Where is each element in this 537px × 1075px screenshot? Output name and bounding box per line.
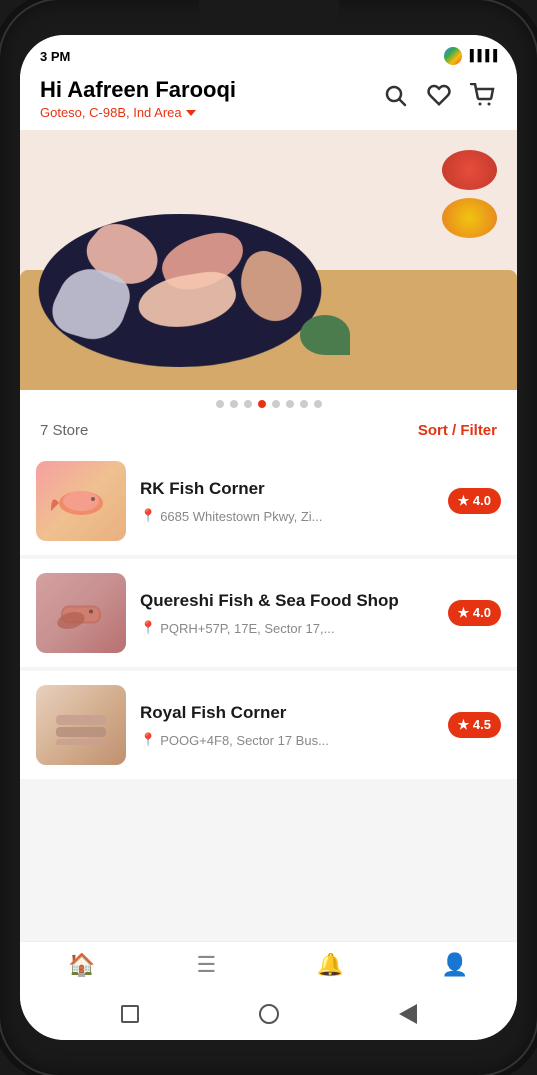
rating-badge-2: ★ 4.0 [448, 600, 501, 626]
store-count-label: 7 Store [40, 422, 88, 439]
phone-notch [199, 0, 339, 28]
herb-decoration [300, 315, 350, 355]
fish-image-svg-1 [51, 481, 111, 521]
store-item-royal-fish[interactable]: Royal Fish Corner 📍 POOG+4F8, Sector 17 … [20, 671, 517, 779]
recents-button[interactable] [116, 1000, 144, 1028]
bottom-navigation: 🏠 ☰ 🔔 👤 [20, 941, 517, 992]
nav-home[interactable]: 🏠 [52, 952, 112, 978]
store-name-3: Royal Fish Corner [140, 702, 434, 724]
store-thumb-1 [36, 461, 126, 541]
store-item-quereshi-fish[interactable]: Quereshi Fish & Sea Food Shop 📍 PQRH+57P… [20, 559, 517, 667]
sort-filter-button[interactable]: Sort / Filter [418, 422, 497, 439]
status-time: 3 PM [40, 49, 70, 64]
promo-banner[interactable] [20, 130, 517, 390]
pin-icon-2: 📍 [140, 620, 156, 636]
banner-scene [20, 130, 517, 390]
dot-1[interactable] [216, 400, 224, 408]
store-thumb-3 [36, 685, 126, 765]
location-row[interactable]: Goteso, C-98B, Ind Area [40, 105, 236, 120]
pin-icon-3: 📍 [140, 732, 156, 748]
profile-icon: 👤 [441, 952, 468, 978]
location-dropdown-arrow [186, 110, 196, 116]
dot-7[interactable] [300, 400, 308, 408]
nav-notifications[interactable]: 🔔 [301, 952, 361, 978]
store-address-2: PQRH+57P, 17E, Sector 17,... [160, 621, 334, 636]
red-spice-bowl [442, 150, 497, 190]
phone-screen: 3 PM ▐▐▐▐ Hi Aafreen Farooqi Goteso, C-9… [20, 35, 517, 1040]
store-image-1 [36, 461, 126, 541]
store-image-2 [36, 573, 126, 653]
recents-icon [121, 1005, 139, 1023]
store-info-1: RK Fish Corner 📍 6685 Whitestown Pkwy, Z… [140, 478, 434, 524]
orders-icon: ☰ [197, 952, 217, 978]
android-system-bar [20, 992, 517, 1040]
phone-frame: 3 PM ▐▐▐▐ Hi Aafreen Farooqi Goteso, C-9… [0, 0, 537, 1075]
bell-icon: 🔔 [317, 952, 344, 978]
dot-8[interactable] [314, 400, 322, 408]
store-info-2: Quereshi Fish & Sea Food Shop 📍 PQRH+57P… [140, 590, 434, 636]
store-bar: 7 Store Sort / Filter [20, 414, 517, 447]
store-address-row-2: 📍 PQRH+57P, 17E, Sector 17,... [140, 620, 434, 636]
back-button[interactable] [394, 1000, 422, 1028]
spice-container [442, 150, 497, 238]
banner-dots [20, 390, 517, 414]
store-thumb-2 [36, 573, 126, 653]
location-text: Goteso, C-98B, Ind Area [40, 105, 182, 120]
fish-piece-4 [136, 269, 242, 335]
store-list: RK Fish Corner 📍 6685 Whitestown Pkwy, Z… [20, 447, 517, 941]
network-indicator: ▐▐▐▐ [466, 50, 497, 62]
store-info-3: Royal Fish Corner 📍 POOG+4F8, Sector 17 … [140, 702, 434, 748]
fish-piece-5 [230, 246, 309, 331]
maps-icon [444, 47, 462, 65]
cart-button[interactable] [469, 81, 497, 109]
store-item-rk-fish[interactable]: RK Fish Corner 📍 6685 Whitestown Pkwy, Z… [20, 447, 517, 555]
dot-3[interactable] [244, 400, 252, 408]
status-icons: ▐▐▐▐ [444, 47, 497, 65]
dot-5[interactable] [272, 400, 280, 408]
store-address-3: POOG+4F8, Sector 17 Bus... [160, 733, 329, 748]
greeting-text: Hi Aafreen Farooqi [40, 77, 236, 103]
store-address-row-1: 📍 6685 Whitestown Pkwy, Zi... [140, 508, 434, 524]
store-name-2: Quereshi Fish & Sea Food Shop [140, 590, 434, 612]
back-icon [399, 1004, 417, 1024]
fish-image-svg-3 [51, 705, 111, 745]
store-address-row-3: 📍 POOG+4F8, Sector 17 Bus... [140, 732, 434, 748]
dot-2[interactable] [230, 400, 238, 408]
store-address-1: 6685 Whitestown Pkwy, Zi... [160, 509, 322, 524]
header-left: Hi Aafreen Farooqi Goteso, C-98B, Ind Ar… [40, 77, 236, 120]
wishlist-button[interactable] [425, 81, 453, 109]
dot-6[interactable] [286, 400, 294, 408]
nav-profile[interactable]: 👤 [425, 952, 485, 978]
app-header: Hi Aafreen Farooqi Goteso, C-98B, Ind Ar… [20, 71, 517, 130]
dot-4-active[interactable] [258, 400, 266, 408]
status-bar: 3 PM ▐▐▐▐ [20, 35, 517, 71]
home-button[interactable] [255, 1000, 283, 1028]
header-icons [381, 81, 497, 109]
store-image-3 [36, 685, 126, 765]
home-icon-sys [259, 1004, 279, 1024]
search-button[interactable] [381, 81, 409, 109]
fish-image-svg-2 [51, 591, 111, 636]
rating-badge-3: ★ 4.5 [448, 712, 501, 738]
store-name-1: RK Fish Corner [140, 478, 434, 500]
home-icon: 🏠 [68, 952, 95, 978]
yellow-spice-bowl [442, 198, 497, 238]
rating-badge-1: ★ 4.0 [448, 488, 501, 514]
nav-orders[interactable]: ☰ [176, 952, 236, 978]
pin-icon-1: 📍 [140, 508, 156, 524]
